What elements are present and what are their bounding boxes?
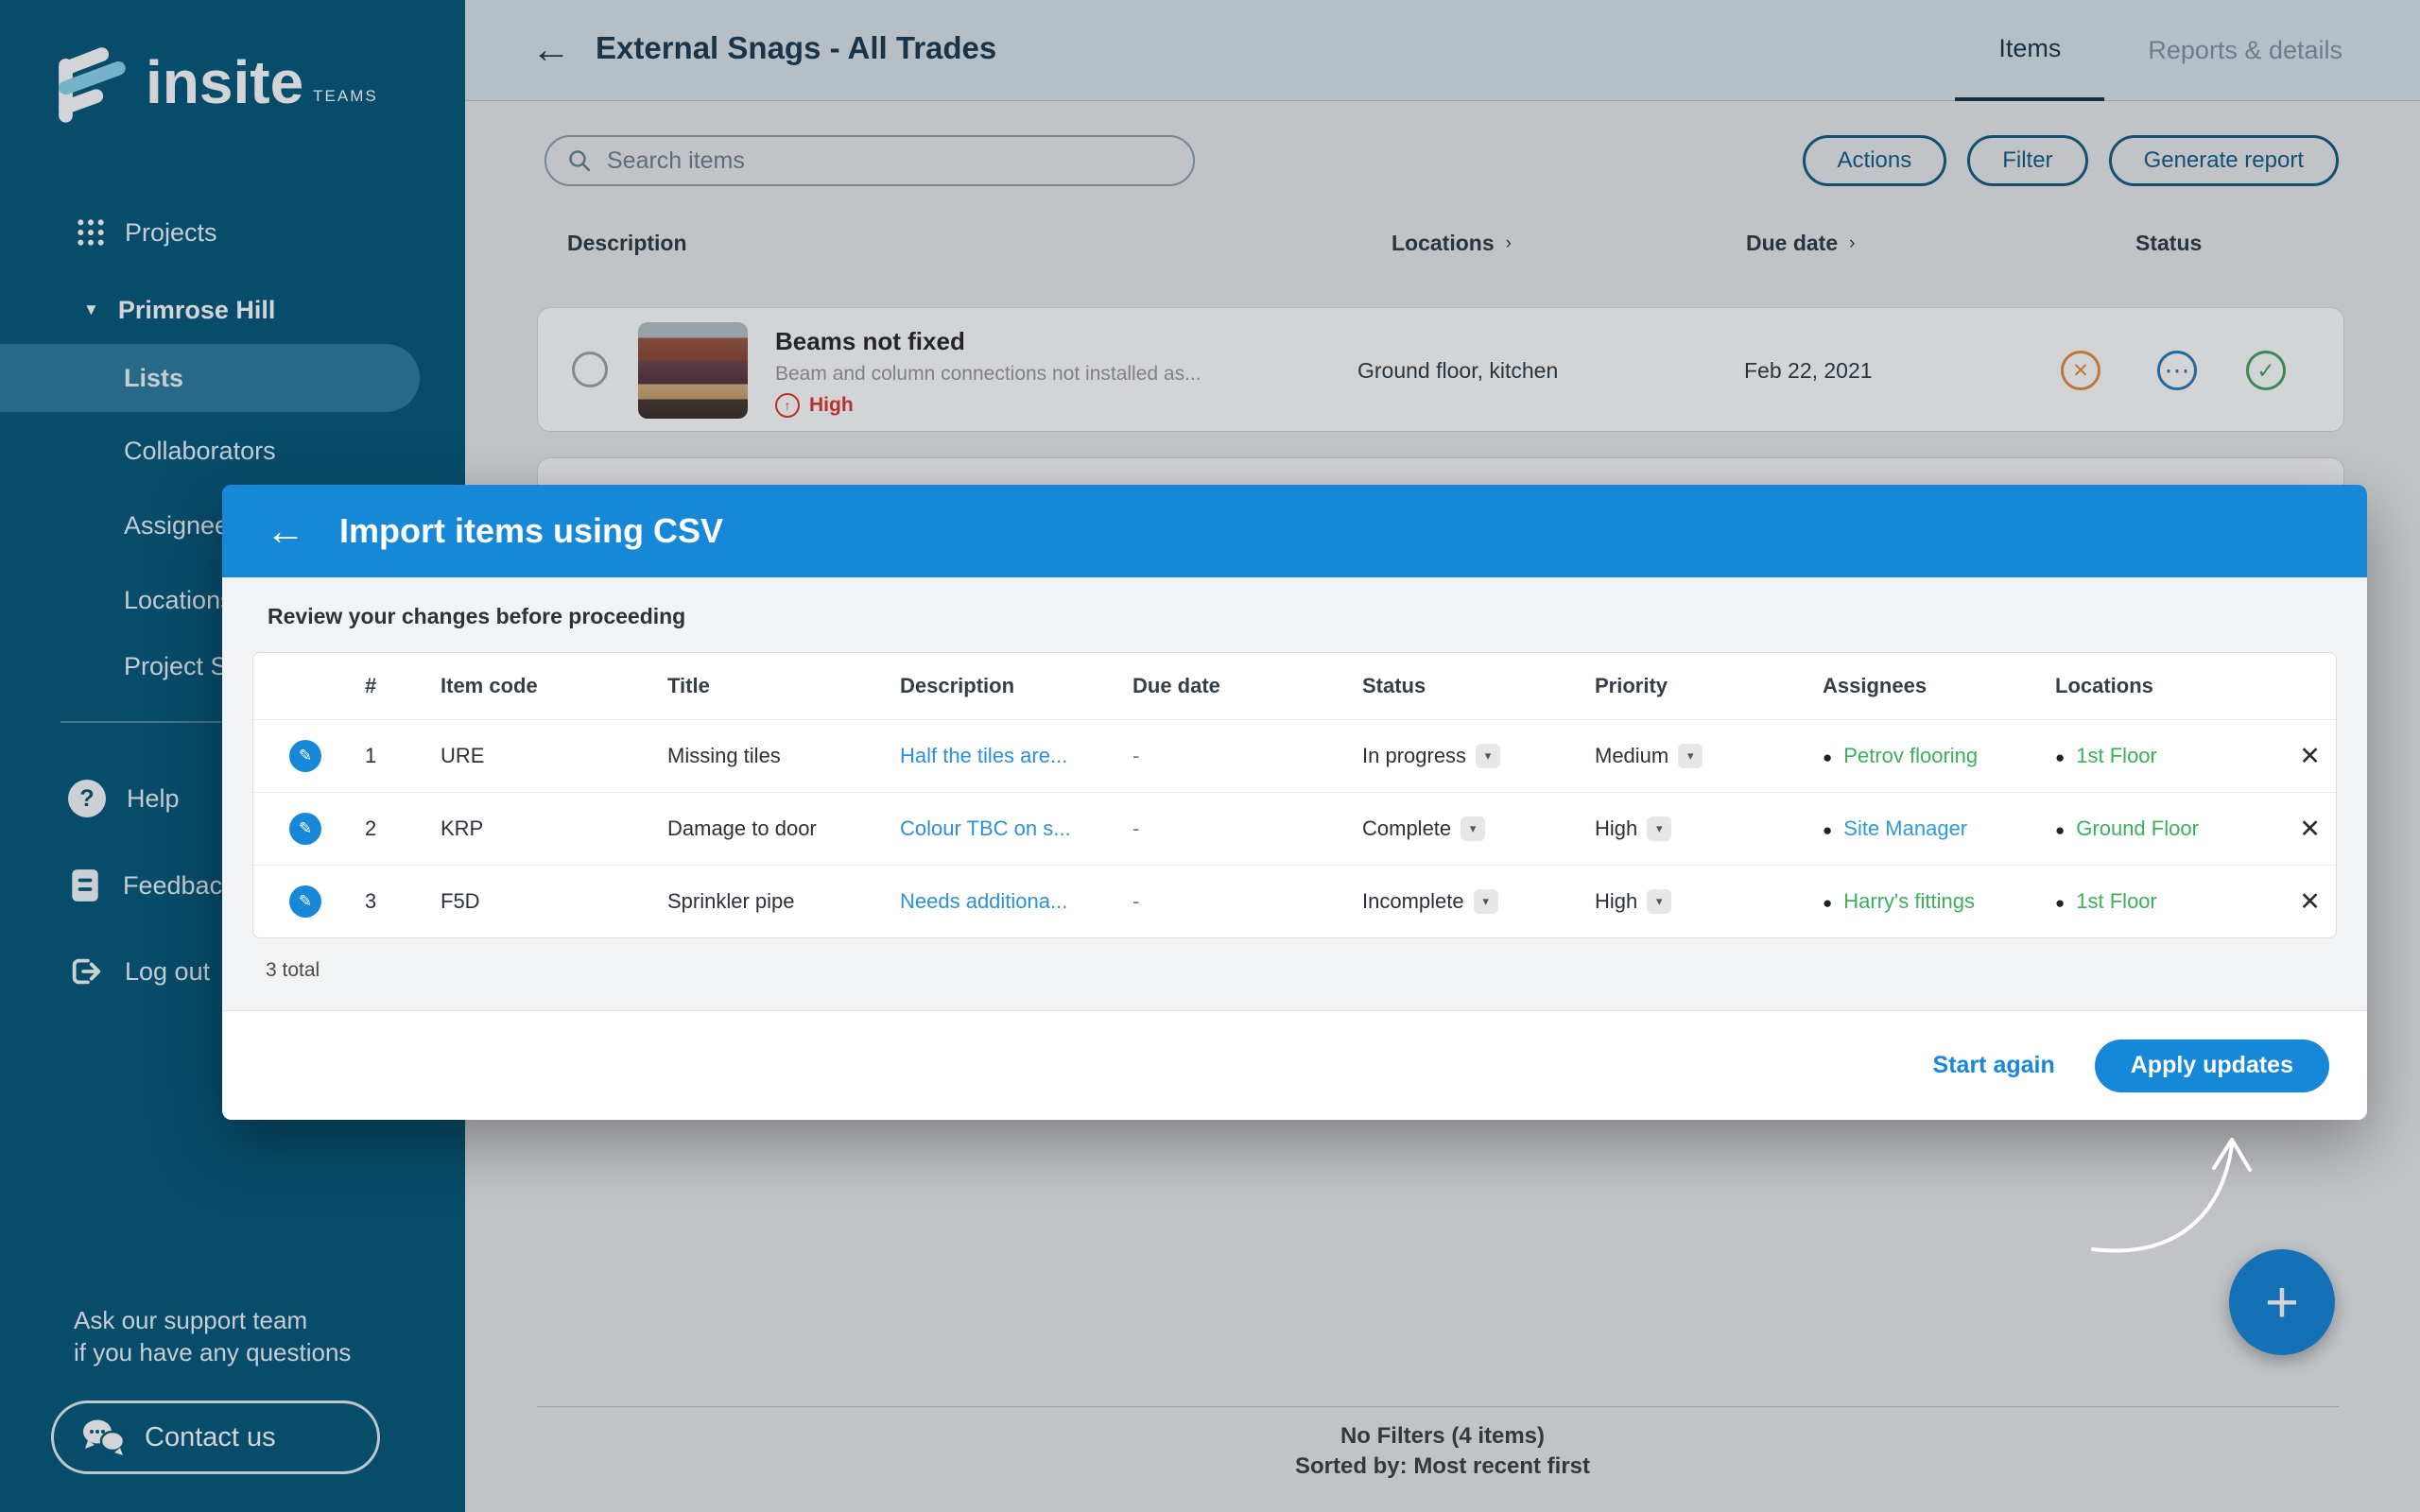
chevron-down-icon: ▾ (1476, 744, 1500, 768)
modal-subtitle: Review your changes before proceeding (268, 604, 2337, 629)
priority-dropdown[interactable]: High▾ (1595, 816, 1671, 841)
chevron-down-icon: ▾ (1647, 816, 1671, 841)
modal-footer: Start again Apply updates (222, 1010, 2367, 1120)
csv-row: ✎ 1 URE Missing tiles Half the tiles are… (253, 719, 2336, 792)
apply-updates-button[interactable]: Apply updates (2095, 1040, 2329, 1092)
modal-back-icon[interactable]: ← (266, 508, 305, 554)
csv-preview-table: # Item code Title Description Due date S… (252, 652, 2337, 938)
col-status: Status (1355, 674, 1587, 698)
row-title: Sprinkler pipe (660, 889, 892, 914)
bullet-icon: ● (1823, 821, 1832, 839)
row-number: 2 (357, 816, 433, 841)
bullet-icon: ● (2055, 821, 2065, 839)
row-number: 3 (357, 889, 433, 914)
row-description-link[interactable]: Colour TBC on s... (892, 816, 1125, 841)
chevron-down-icon: ▾ (1678, 744, 1703, 768)
col-priority: Priority (1587, 674, 1815, 698)
chevron-down-icon: ▾ (1474, 889, 1498, 914)
row-count: 3 total (266, 959, 2337, 982)
status-dropdown[interactable]: Complete▾ (1362, 816, 1485, 841)
row-description-link[interactable]: Needs additiona... (892, 889, 1125, 914)
bullet-icon: ● (1823, 748, 1832, 766)
row-due-date: - (1125, 816, 1355, 841)
row-assignee[interactable]: Harry's fittings (1843, 889, 1975, 913)
remove-row-icon[interactable]: ✕ (2299, 815, 2321, 844)
remove-row-icon[interactable]: ✕ (2299, 742, 2321, 771)
row-item-code: F5D (433, 889, 660, 914)
col-assignees: Assignees (1815, 674, 2048, 698)
row-title: Damage to door (660, 816, 892, 841)
row-location[interactable]: 1st Floor (2076, 889, 2157, 913)
col-item-code: Item code (433, 674, 660, 698)
chevron-down-icon: ▾ (1461, 816, 1485, 841)
col-title: Title (660, 674, 892, 698)
col-due-date: Due date (1125, 674, 1355, 698)
modal-title: Import items using CSV (339, 511, 723, 551)
edit-icon[interactable]: ✎ (289, 885, 321, 918)
row-description-link[interactable]: Half the tiles are... (892, 744, 1125, 768)
row-assignee[interactable]: Petrov flooring (1843, 744, 1978, 767)
bullet-icon: ● (2055, 894, 2065, 912)
status-dropdown[interactable]: Incomplete▾ (1362, 889, 1498, 914)
modal-body: Review your changes before proceeding # … (222, 577, 2367, 1010)
csv-table-header: # Item code Title Description Due date S… (253, 653, 2336, 719)
priority-dropdown[interactable]: High▾ (1595, 889, 1671, 914)
row-due-date: - (1125, 744, 1355, 768)
remove-row-icon[interactable]: ✕ (2299, 887, 2321, 917)
row-item-code: URE (433, 744, 660, 768)
row-title: Missing tiles (660, 744, 892, 768)
row-number: 1 (357, 744, 433, 768)
csv-row: ✎ 3 F5D Sprinkler pipe Needs additiona..… (253, 865, 2336, 937)
col-locations: Locations (2048, 674, 2284, 698)
col-number: # (357, 674, 433, 698)
import-csv-modal: ← Import items using CSV Review your cha… (222, 485, 2367, 1120)
chevron-down-icon: ▾ (1647, 889, 1671, 914)
modal-header: ← Import items using CSV (222, 485, 2367, 577)
csv-row: ✎ 2 KRP Damage to door Colour TBC on s..… (253, 792, 2336, 865)
bullet-icon: ● (1823, 894, 1832, 912)
edit-icon[interactable]: ✎ (289, 813, 321, 845)
bullet-icon: ● (2055, 748, 2065, 766)
app-root: insite TEAMS Projects ▼ Primrose Hill Li… (0, 0, 2420, 1512)
row-location[interactable]: 1st Floor (2076, 744, 2157, 767)
row-item-code: KRP (433, 816, 660, 841)
row-location[interactable]: Ground Floor (2076, 816, 2199, 840)
start-again-button[interactable]: Start again (1933, 1052, 2055, 1079)
row-assignee[interactable]: Site Manager (1843, 816, 1967, 840)
edit-icon[interactable]: ✎ (289, 740, 321, 772)
status-dropdown[interactable]: In progress▾ (1362, 744, 1500, 768)
row-due-date: - (1125, 889, 1355, 914)
priority-dropdown[interactable]: Medium▾ (1595, 744, 1703, 768)
col-description: Description (892, 674, 1125, 698)
